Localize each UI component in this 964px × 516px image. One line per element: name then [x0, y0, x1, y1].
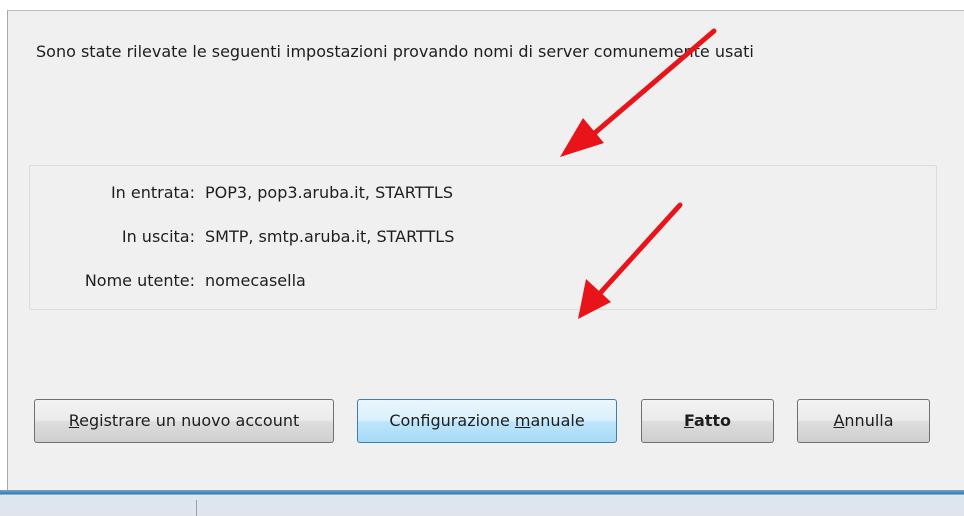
- detected-settings-panel: In entrata: POP3, pop3.aruba.it, STARTTL…: [29, 165, 937, 310]
- frame-divider: [196, 500, 197, 516]
- outgoing-server-row: In uscita: SMTP, smtp.aruba.it, STARTTLS: [30, 227, 455, 249]
- cancel-mnemonic: A: [833, 411, 845, 430]
- register-label-rest: egistrare un nuovo account: [79, 411, 300, 430]
- register-mnemonic: R: [68, 411, 80, 430]
- username-label: Nome utente:: [84, 271, 195, 290]
- incoming-server-row: In entrata: POP3, pop3.aruba.it, STARTTL…: [30, 183, 453, 205]
- done-label-rest: atto: [693, 411, 732, 430]
- window-bottom-frame: [0, 490, 964, 516]
- outgoing-label: In uscita:: [121, 227, 195, 246]
- detection-message: Sono state rilevate le seguenti impostaz…: [36, 42, 754, 61]
- incoming-value: POP3, pop3.aruba.it, STARTTLS: [205, 183, 453, 202]
- username-row: Nome utente: nomecasella: [30, 271, 306, 293]
- manual-configuration-button[interactable]: Configurazione manuale: [357, 399, 617, 443]
- done-button[interactable]: Fatto: [641, 399, 774, 443]
- manual-mnemonic: m: [514, 411, 531, 430]
- cancel-button[interactable]: Annulla: [797, 399, 930, 443]
- manual-label-before: Configurazione: [389, 411, 515, 430]
- register-new-account-button[interactable]: Registrare un nuovo account: [34, 399, 334, 443]
- cancel-label-rest: nnulla: [844, 411, 894, 430]
- incoming-label: In entrata:: [110, 183, 195, 202]
- done-mnemonic: F: [683, 411, 694, 430]
- username-value: nomecasella: [205, 271, 306, 290]
- account-setup-dialog: Sono state rilevate le seguenti impostaz…: [7, 10, 964, 492]
- manual-label-after: anuale: [530, 411, 585, 430]
- outgoing-value: SMTP, smtp.aruba.it, STARTTLS: [205, 227, 455, 246]
